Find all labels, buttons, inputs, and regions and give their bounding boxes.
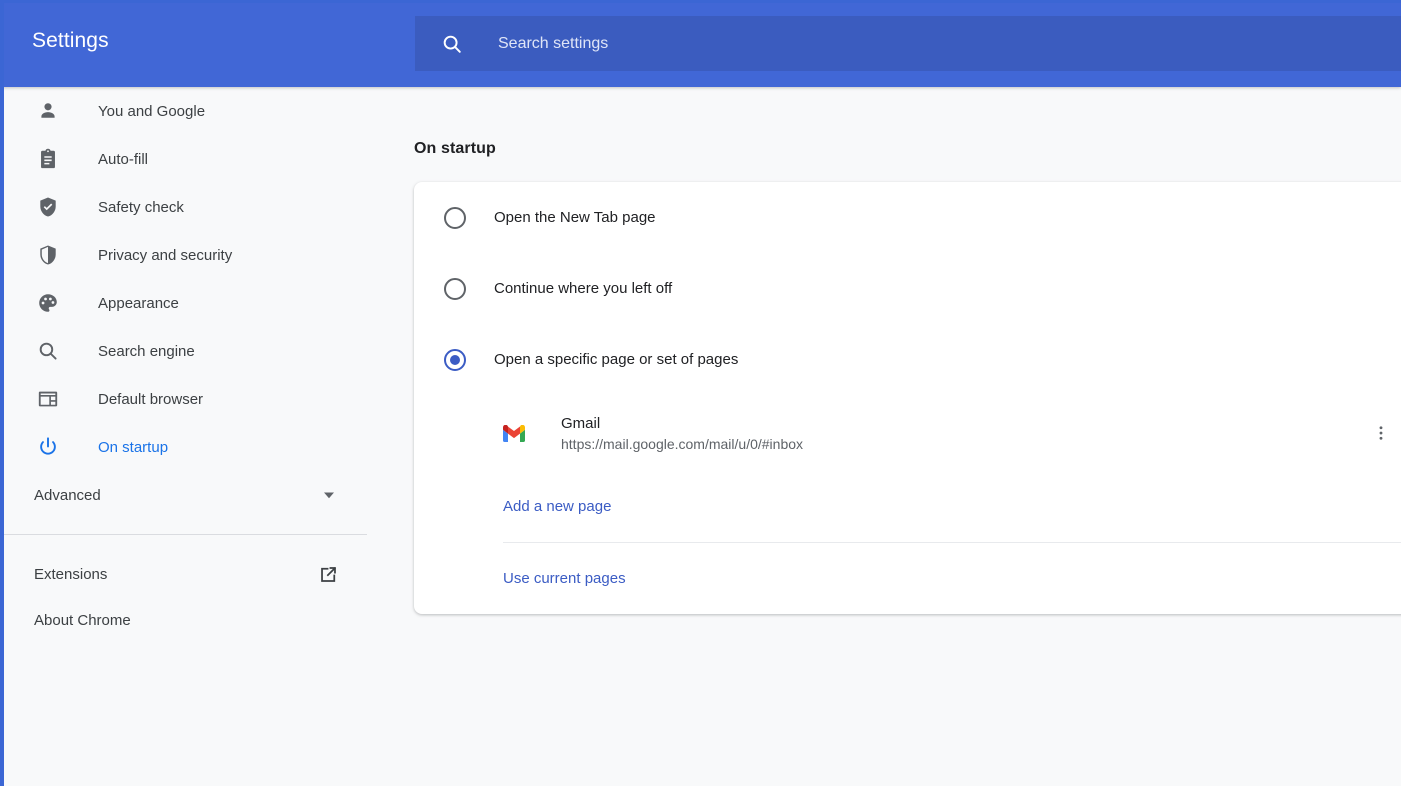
- search-bar[interactable]: [415, 16, 1401, 71]
- sidebar-item-search-engine[interactable]: Search engine: [4, 327, 367, 375]
- section-title: On startup: [414, 140, 496, 158]
- page-title: Settings: [32, 29, 109, 53]
- sidebar-item-safety-check[interactable]: Safety check: [4, 183, 367, 231]
- sidebar-item-appearance[interactable]: Appearance: [4, 279, 367, 327]
- more-vert-icon[interactable]: [1364, 416, 1398, 450]
- open-in-new-icon[interactable]: [317, 563, 339, 585]
- link-label: Use current pages: [503, 570, 626, 587]
- use-current-pages-link[interactable]: Use current pages: [414, 543, 1401, 614]
- startup-option-new-tab[interactable]: Open the New Tab page: [414, 182, 1401, 253]
- sidebar-item-label: Extensions: [34, 566, 107, 583]
- sidebar-item-label: Default browser: [98, 391, 203, 408]
- page-title-text: Gmail: [561, 415, 803, 432]
- search-icon: [36, 339, 60, 363]
- startup-option-continue[interactable]: Continue where you left off: [414, 253, 1401, 324]
- sidebar-item-auto-fill[interactable]: Auto-fill: [4, 135, 367, 183]
- sidebar-item-you-and-google[interactable]: You and Google: [4, 87, 367, 135]
- app-header: Settings: [0, 0, 1401, 87]
- gmail-icon: [502, 421, 526, 445]
- radio-label: Open the New Tab page: [494, 209, 656, 226]
- sidebar-item-label: Search engine: [98, 343, 195, 360]
- shield-check-icon: [36, 195, 60, 219]
- browser-window-icon: [36, 387, 60, 411]
- sidebar: You and Google Auto-fill Safety check: [4, 87, 367, 786]
- startup-page-row: Gmail https://mail.google.com/mail/u/0/#…: [414, 395, 1401, 471]
- sidebar-item-label: Safety check: [98, 199, 184, 216]
- add-a-new-page-link[interactable]: Add a new page: [414, 471, 1401, 542]
- radio-button[interactable]: [444, 207, 466, 229]
- link-label: Add a new page: [503, 498, 611, 515]
- radio-label: Open a specific page or set of pages: [494, 351, 738, 368]
- sidebar-item-about-chrome[interactable]: About Chrome: [4, 597, 367, 643]
- advanced-label: Advanced: [34, 487, 101, 504]
- sidebar-item-label: Appearance: [98, 295, 179, 312]
- sidebar-item-default-browser[interactable]: Default browser: [4, 375, 367, 423]
- radio-button-selected[interactable]: [444, 349, 466, 371]
- sidebar-item-on-startup[interactable]: On startup: [4, 423, 367, 471]
- page-url-text: https://mail.google.com/mail/u/0/#inbox: [561, 436, 803, 452]
- sidebar-item-label: You and Google: [98, 103, 205, 120]
- sidebar-item-extensions[interactable]: Extensions: [4, 551, 367, 597]
- chevron-down-icon[interactable]: [319, 485, 339, 505]
- settings-window: Settings You and Google: [0, 0, 1401, 786]
- palette-icon: [36, 291, 60, 315]
- shield-icon: [36, 243, 60, 267]
- sidebar-item-privacy-and-security[interactable]: Privacy and security: [4, 231, 367, 279]
- power-icon: [36, 435, 60, 459]
- sidebar-divider: [4, 534, 367, 535]
- sidebar-item-label: Privacy and security: [98, 247, 232, 264]
- clipboard-icon: [36, 147, 60, 171]
- radio-label: Continue where you left off: [494, 280, 672, 297]
- radio-button[interactable]: [444, 278, 466, 300]
- person-icon: [36, 99, 60, 123]
- startup-option-specific-pages[interactable]: Open a specific page or set of pages: [414, 324, 1401, 395]
- sidebar-item-label: Auto-fill: [98, 151, 148, 168]
- sidebar-item-label: On startup: [98, 439, 168, 456]
- search-icon: [441, 33, 463, 55]
- page-info: Gmail https://mail.google.com/mail/u/0/#…: [561, 415, 803, 452]
- sidebar-item-label: About Chrome: [34, 612, 131, 629]
- main-content: On startup Open the New Tab page Continu…: [367, 87, 1401, 786]
- sidebar-advanced-toggle[interactable]: Advanced: [4, 471, 367, 519]
- on-startup-card: Open the New Tab page Continue where you…: [414, 182, 1401, 614]
- search-input[interactable]: [498, 35, 1401, 53]
